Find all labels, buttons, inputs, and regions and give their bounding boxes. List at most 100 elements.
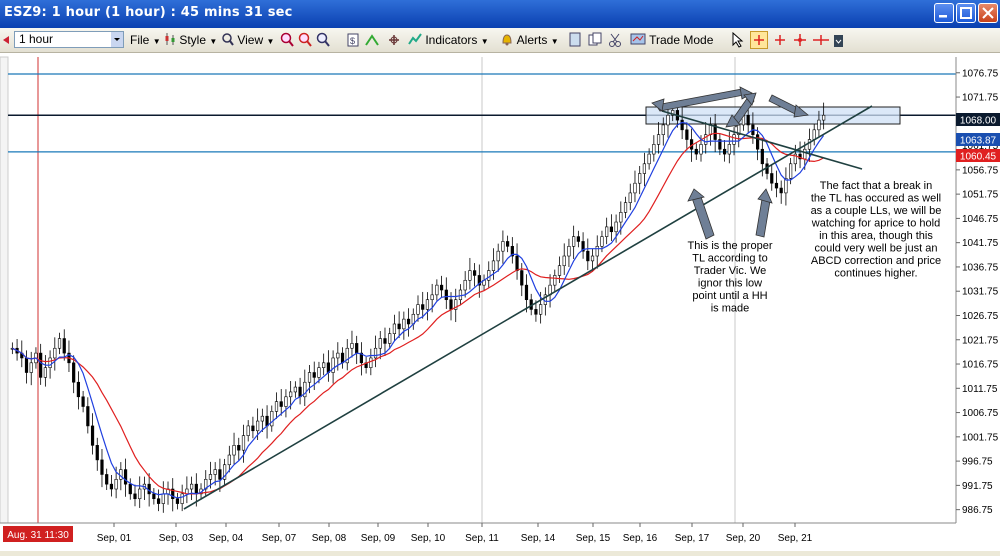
- candle-body: [133, 493, 137, 500]
- price-tick-label: 1051.75: [962, 190, 999, 201]
- style-menu[interactable]: Style ▼: [164, 31, 217, 49]
- price-tick-label: 1041.75: [962, 238, 999, 249]
- candle-body: [491, 260, 496, 271]
- annotation-line: is made: [711, 303, 750, 315]
- arrow-left-icon[interactable]: [2, 36, 10, 44]
- candle-body: [241, 435, 246, 451]
- candle-body: [506, 241, 510, 247]
- crosshair-range-icon[interactable]: [812, 32, 830, 48]
- resistance-zone-box[interactable]: [645, 106, 901, 125]
- candle-body: [822, 114, 826, 121]
- minimize-button[interactable]: [934, 3, 954, 23]
- left-scroll-strip[interactable]: [0, 56, 9, 524]
- view-menu[interactable]: View ▼: [222, 31, 274, 49]
- crosshair-star-icon[interactable]: [792, 32, 808, 48]
- annotation-line: TL according to: [692, 253, 767, 265]
- candle-body: [406, 318, 411, 325]
- candle-body: [756, 134, 760, 150]
- magnifier-icon: [222, 33, 234, 46]
- candle-body: [208, 474, 213, 480]
- zoom-fit-icon[interactable]: [316, 32, 330, 48]
- chevron-down-icon: [111, 32, 123, 47]
- chart-toolbar: 1 hour File ▼ Style ▼ View ▼ $ Indicator…: [0, 28, 1000, 53]
- indicators-menu-label: Indicators: [425, 33, 478, 47]
- copy-icon[interactable]: [588, 32, 602, 48]
- indicators-menu[interactable]: Indicators ▼: [408, 31, 489, 49]
- close-button[interactable]: [978, 3, 998, 23]
- candle-body: [722, 148, 727, 155]
- candle-body: [803, 148, 807, 160]
- candle-body: [373, 347, 378, 359]
- candle-body: [350, 343, 354, 349]
- maximize-icon: [960, 7, 972, 19]
- file-menu[interactable]: File ▼: [130, 31, 161, 49]
- candle-body: [336, 352, 340, 359]
- candle-body: [595, 246, 599, 257]
- candle-body: [534, 309, 538, 315]
- candle-body: [435, 284, 439, 296]
- draw-tool-icon[interactable]: [364, 32, 380, 48]
- time-tick-label: Sep, 16: [623, 533, 658, 544]
- candle-body: [666, 114, 670, 126]
- candle-body: [605, 226, 609, 237]
- candle-body: [39, 352, 43, 378]
- candle-body: [340, 352, 345, 364]
- candle-body: [161, 493, 165, 504]
- annotation-line: Trader Vic. We: [694, 265, 767, 277]
- candle-body: [807, 139, 812, 150]
- time-axis[interactable]: [0, 523, 1000, 551]
- time-tick-label: Sep, 11: [465, 533, 499, 544]
- active-crosshair-icon[interactable]: [750, 31, 768, 49]
- chevron-down-icon: ▼: [152, 37, 161, 46]
- trade-mode-button[interactable]: Trade Mode: [630, 31, 713, 49]
- zoom-in-icon[interactable]: [280, 32, 294, 48]
- candle-body: [180, 493, 184, 504]
- time-tick-label: Sep, 21: [778, 533, 813, 544]
- candle-body: [652, 144, 656, 155]
- file-menu-label: File: [130, 33, 150, 47]
- price-tick-label: 1031.75: [962, 287, 999, 298]
- style-menu-label: Style: [179, 33, 207, 47]
- annotation-line: in this area, though this: [819, 230, 933, 242]
- candle-body: [152, 493, 156, 500]
- print-icon[interactable]: $: [346, 32, 360, 48]
- crosshair-tool-icon[interactable]: [386, 32, 402, 48]
- candle-body: [256, 420, 260, 432]
- candle-body: [218, 469, 222, 480]
- candle-body: [609, 226, 613, 233]
- candle-body: [779, 187, 783, 194]
- candle-body: [562, 255, 566, 267]
- maximize-button[interactable]: [956, 3, 976, 23]
- interval-select[interactable]: 1 hour: [14, 31, 124, 48]
- candle-body: [600, 236, 604, 247]
- annotation-line: point until a HH: [692, 290, 767, 302]
- candle-body: [732, 134, 736, 145]
- candle-body: [81, 396, 85, 407]
- alerts-menu[interactable]: Alerts ▼: [500, 31, 559, 49]
- pointer-icon[interactable]: [730, 32, 744, 48]
- candle-body: [369, 357, 373, 368]
- candle-body: [458, 289, 463, 301]
- chart-area[interactable]: This is the proper TL according to Trader …: [0, 53, 1000, 551]
- crosshair-red-icon[interactable]: [772, 32, 788, 48]
- candle-body: [388, 333, 392, 344]
- candle-body: [317, 367, 321, 378]
- price-tick-label: 1071.75: [962, 93, 999, 104]
- scissors-icon[interactable]: [608, 32, 622, 48]
- candle-body: [402, 318, 406, 330]
- candle-body: [487, 270, 491, 281]
- toolbar-overflow-icon[interactable]: [834, 32, 844, 48]
- candle-body: [147, 483, 151, 495]
- window-title-bar: ESZ9: 1 hour (1 hour) : 45 mins 31 sec: [0, 0, 1000, 28]
- candle-body: [661, 124, 665, 135]
- candle-body: [708, 124, 713, 135]
- notes-icon[interactable]: [568, 32, 582, 48]
- candle-body: [416, 304, 420, 315]
- annotation-line: ignor this low: [698, 278, 762, 290]
- price-tick-label: 1001.75: [962, 432, 999, 443]
- time-tick-label: Sep, 01: [97, 533, 132, 544]
- candle-body: [425, 299, 430, 310]
- zoom-out-icon[interactable]: [298, 32, 312, 48]
- price-chart[interactable]: This is the properTL according toTrader …: [0, 53, 1000, 551]
- candle-body: [48, 357, 52, 368]
